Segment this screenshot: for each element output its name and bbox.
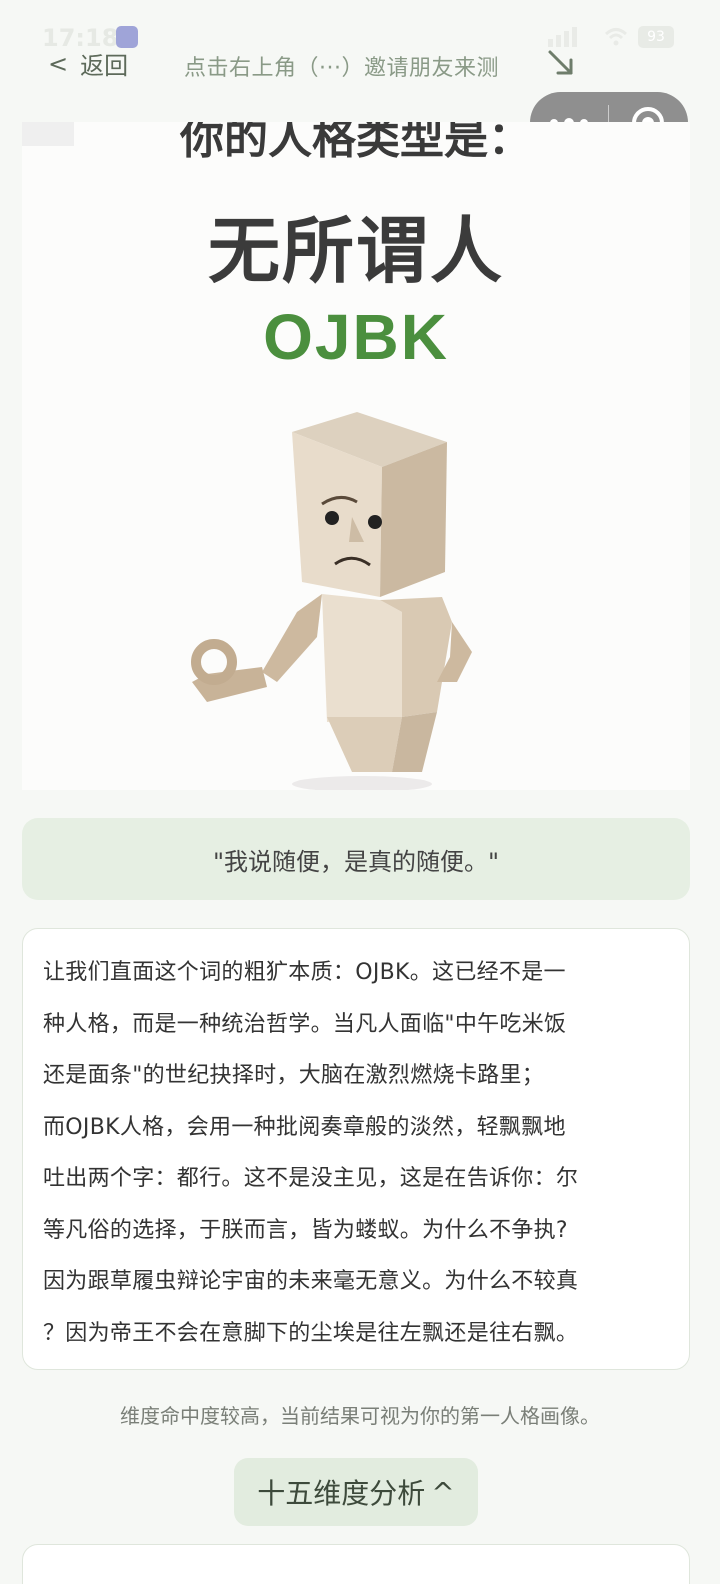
result-prefix: 你的人格类型是：	[180, 122, 532, 164]
description-line: ？因为帝王不会在意脚下的尘埃是往左飘还是往右飘。	[43, 1320, 579, 1346]
invite-hint: 点击右上角（···）邀请朋友来测	[184, 56, 499, 81]
description-line: 而OJBK人格，会用一种批阅奏章般的淡然，轻飘飘地	[43, 1114, 566, 1140]
signal-icon	[548, 27, 577, 47]
personality-code: OJBK	[263, 301, 449, 373]
analysis-button-label: 十五维度分析	[257, 1477, 426, 1510]
description-card: 让我们直面这个词的粗犷本质：OJBK。这已经不是一 种人格，而是一种统治哲学。当…	[22, 928, 690, 1370]
nav-bar: < 返回 点击右上角（···）邀请朋友来测	[0, 46, 720, 90]
personality-title: 无所谓人	[207, 209, 504, 293]
fifteen-dimension-analysis-button[interactable]: 十五维度分析 ^	[234, 1458, 478, 1526]
status-indicators: 93	[546, 26, 674, 48]
match-note: 维度命中度较高，当前结果可视为你的第一人格画像。	[120, 1404, 600, 1428]
result-page: 17:18 93 < 返回 点击右上角（···）邀请朋友来测 你的人格类型是： …	[0, 0, 720, 1584]
description-line: 让我们直面这个词的粗犷本质：OJBK。这已经不是一	[43, 960, 566, 985]
back-button[interactable]: < 返回	[48, 46, 128, 81]
app-notification-icon	[116, 26, 138, 48]
wifi-icon	[604, 28, 628, 46]
description-line: 还是面条"的世纪抉择时，大脑在激烈燃烧卡路里；	[43, 1063, 545, 1088]
description-line: 因为跟草履虫辩论宇宙的未来毫无意义。为什么不较真	[43, 1269, 579, 1294]
personality-quote: "我说随便，是真的随便。"	[22, 818, 690, 900]
description-line: 吐出两个字：都行。这不是没主见，这是在告诉你：尔	[43, 1166, 579, 1191]
result-image: 你的人格类型是： 无所谓人 OJBK	[22, 122, 690, 790]
dimension-card	[22, 1544, 690, 1584]
description-line: 种人格，而是一种统治哲学。当凡人面临"中午吃米饭	[43, 1011, 567, 1037]
chevron-left-icon: <	[48, 49, 69, 78]
back-label: 返回	[80, 52, 129, 80]
caret-up-icon: ^	[431, 1475, 455, 1509]
description-line: 等凡俗的选择，于朕而言，皆为蝼蚁。为什么不争执?	[43, 1217, 568, 1243]
arrow-down-right-icon	[548, 50, 573, 75]
papercraft-figure-illustration	[191, 412, 472, 790]
battery-indicator: 93	[638, 26, 674, 48]
